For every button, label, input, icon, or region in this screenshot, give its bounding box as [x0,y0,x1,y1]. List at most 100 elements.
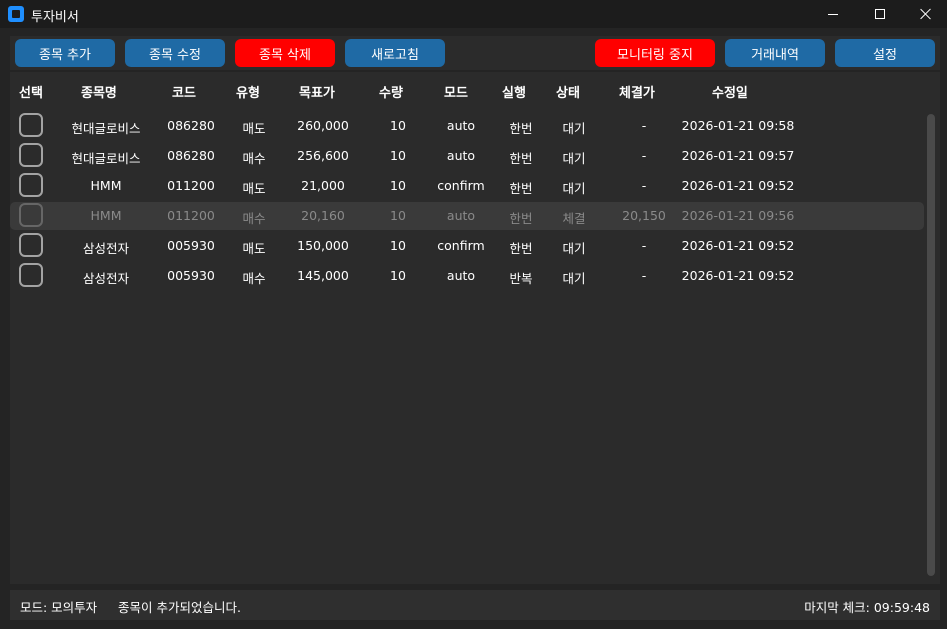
cell-filled-price: - [641,268,647,283]
cell-type: 매수 [242,211,266,226]
cell-quantity: 10 [390,178,406,193]
cell-mode: auto [446,118,476,133]
header-select: 선택 [19,86,43,101]
title-bar: 투자비서 [0,0,947,28]
settings-button[interactable]: 설정 [835,39,935,67]
cell-filled-price: - [641,178,647,193]
delete-stock-button[interactable]: 종목 삭제 [235,39,335,67]
cell-execution: 한번 [509,211,533,226]
header-target-price: 목표가 [299,86,335,101]
header-mode: 모드 [444,86,468,101]
row-checkbox[interactable] [19,143,43,167]
cell-status: 대기 [562,241,586,256]
header-execution: 실행 [502,86,526,101]
cell-name: 삼성전자 [82,241,130,256]
cell-modified: 2026-01-21 09:52 [681,238,795,253]
header-quantity: 수량 [379,86,403,101]
header-filled-price: 체결가 [619,86,655,101]
cell-status: 체결 [562,211,586,226]
cell-modified: 2026-01-21 09:52 [681,178,795,193]
cell-mode: confirm [437,238,485,253]
cell-type: 매수 [242,151,266,166]
cell-mode: auto [446,148,476,163]
row-checkbox[interactable] [19,263,43,287]
cell-filled-price: 20,150 [622,208,666,223]
cell-name: 현대글로비스 [71,151,141,166]
cell-name: 현대글로비스 [71,121,141,136]
cell-code: 011200 [167,208,215,223]
cell-name: 삼성전자 [82,271,130,286]
cell-filled-price: - [641,238,647,253]
close-button[interactable] [903,0,947,28]
cell-target-price: 20,160 [301,208,345,223]
header-name: 종목명 [81,86,117,101]
maximize-button[interactable] [857,0,903,28]
cell-quantity: 10 [390,148,406,163]
window-title: 투자비서 [31,10,79,25]
row-checkbox[interactable] [19,233,43,257]
cell-type: 매도 [242,121,266,136]
table-row[interactable]: 삼성전자 005930 매도 150,000 10 confirm 한번 대기 - 2026-01… [10,232,924,260]
cell-status: 대기 [562,271,586,286]
row-checkbox[interactable] [19,173,43,197]
table-row[interactable]: HMM 011200 매수 20,160 10 auto 한번 체결 20,150 2026-01… [10,202,924,230]
cell-type: 매수 [242,271,266,286]
cell-code: 005930 [167,238,215,253]
cell-target-price: 150,000 [297,238,349,253]
cell-execution: 반복 [509,271,533,286]
cell-execution: 한번 [509,121,533,136]
cell-target-price: 145,000 [297,268,349,283]
header-type: 유형 [236,86,260,101]
cell-mode: auto [446,268,476,283]
cell-execution: 한번 [509,181,533,196]
table-row[interactable]: 현대글로비스 086280 매도 260,000 10 auto 한번 대기 - 2026-01-… [10,112,924,140]
cell-target-price: 256,600 [297,148,349,163]
cell-code: 086280 [167,118,215,133]
cell-modified: 2026-01-21 09:52 [681,268,795,283]
minimize-button[interactable] [810,0,856,28]
cell-execution: 한번 [509,241,533,256]
cell-mode: auto [446,208,476,223]
scrollbar-thumb[interactable] [927,114,935,576]
app-window: 투자비서 종목 추가 종목 수정 종목 삭제 새로고침 모니터링 중지 거래내역… [0,0,947,629]
cell-name: HMM [90,208,122,223]
cell-filled-price: - [641,148,647,163]
app-logo-icon [8,6,24,22]
maximize-icon [875,9,885,19]
table-scrollbar[interactable] [927,114,935,576]
status-mode: 모드: 모의투자 [20,600,98,615]
row-checkbox[interactable] [19,113,43,137]
cell-type: 매도 [242,241,266,256]
cell-type: 매도 [242,181,266,196]
cell-status: 대기 [562,181,586,196]
minimize-icon [828,13,838,15]
edit-stock-button[interactable]: 종목 수정 [125,39,225,67]
stop-monitoring-button[interactable]: 모니터링 중지 [595,39,715,67]
cell-mode: confirm [437,178,485,193]
cell-status: 대기 [562,121,586,136]
cell-name: HMM [90,178,122,193]
cell-target-price: 260,000 [297,118,349,133]
toolbar: 종목 추가 종목 수정 종목 삭제 새로고침 모니터링 중지 거래내역 설정 [10,36,940,70]
cell-quantity: 10 [390,208,406,223]
refresh-button[interactable]: 새로고침 [345,39,445,67]
cell-modified: 2026-01-21 09:57 [681,148,795,163]
add-stock-button[interactable]: 종목 추가 [15,39,115,67]
status-message: 종목이 추가되었습니다. [118,600,241,615]
table-row[interactable]: 삼성전자 005930 매수 145,000 10 auto 반복 대기 - 2026-01-21… [10,262,924,290]
cell-quantity: 10 [390,118,406,133]
close-icon [920,8,932,20]
table-header: 선택 종목명 코드 유형 목표가 수량 모드 실행 상태 체결가 수정일 [10,72,940,108]
cell-code: 005930 [167,268,215,283]
cell-execution: 한번 [509,151,533,166]
trade-history-button[interactable]: 거래내역 [725,39,825,67]
table-row[interactable]: 현대글로비스 086280 매수 256,600 10 auto 한번 대기 - 2026-01-… [10,142,924,170]
cell-target-price: 21,000 [301,178,345,193]
cell-filled-price: - [641,118,647,133]
table-row[interactable]: HMM 011200 매도 21,000 10 confirm 한번 대기 - 2026-01-2… [10,172,924,200]
cell-status: 대기 [562,151,586,166]
stock-table: 선택 종목명 코드 유형 목표가 수량 모드 실행 상태 체결가 수정일 현대글… [10,72,940,584]
header-code: 코드 [172,86,196,101]
cell-quantity: 10 [390,238,406,253]
row-checkbox[interactable] [19,203,43,227]
